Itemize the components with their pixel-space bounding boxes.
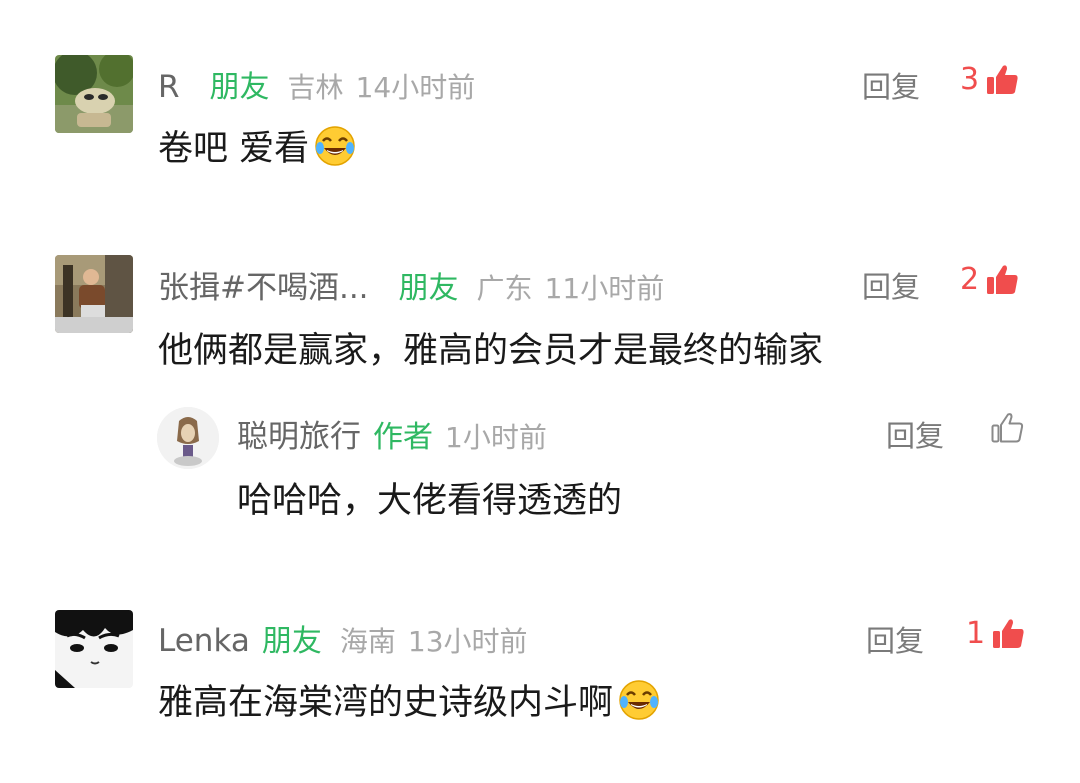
reply-meta: 聪明旅行 作者 1小时前 [237, 411, 547, 456]
like-count: 1 [966, 616, 986, 651]
like-count: 3 [960, 62, 980, 97]
avatar[interactable] [55, 55, 133, 133]
location: 吉林 [287, 71, 344, 104]
timestamp: 13小时前 [407, 625, 528, 658]
like-button[interactable]: 3 [960, 62, 1019, 97]
comment-text-content: 他俩都是赢家，雅高的会员才是最终的输家 [158, 331, 824, 371]
thumbs-up-outline-icon [991, 413, 1024, 443]
reply-button[interactable]: 回复 [866, 618, 924, 660]
commenter-name[interactable]: R [158, 69, 180, 105]
like-button[interactable]: 1 [966, 616, 1025, 651]
avatar[interactable] [55, 610, 133, 688]
like-button[interactable] [990, 411, 1024, 445]
thumbs-up-filled-icon [987, 64, 1018, 94]
avatar[interactable] [55, 255, 133, 333]
like-count: 2 [960, 262, 980, 297]
friend-tag: 朋友 [209, 70, 270, 105]
comment-meta: R 朋友 吉林 14小时前 [158, 62, 475, 106]
tears-of-joy-emoji-icon [313, 124, 357, 168]
comment-text: 他俩都是赢家，雅高的会员才是最终的输家 [158, 322, 823, 373]
reply-button[interactable]: 回复 [862, 64, 920, 106]
reply-text-content: 哈哈哈，大佬看得透透的 [237, 481, 623, 521]
replier-name[interactable]: 聪明旅行 [237, 411, 361, 456]
friend-tag: 朋友 [261, 624, 322, 659]
commenter-name[interactable]: Lenka [158, 623, 250, 659]
tears-of-joy-emoji-icon [617, 678, 661, 722]
comment-text: 雅高在海棠湾的史诗级内斗啊 [158, 674, 661, 725]
comment-meta: Lenka 朋友 海南 13小时前 [158, 616, 528, 660]
location: 广东 [476, 272, 533, 305]
commenter-name[interactable]: 张揖#不喝酒... [158, 262, 369, 307]
comment-text-content: 雅高在海棠湾的史诗级内斗啊 [158, 683, 614, 723]
location: 海南 [339, 625, 396, 658]
thumbs-up-filled-icon [993, 618, 1024, 648]
like-button[interactable]: 2 [960, 262, 1019, 297]
author-tag: 作者 [373, 420, 433, 455]
timestamp: 14小时前 [355, 71, 476, 104]
reply-avatar[interactable] [157, 407, 219, 469]
comment-text: 卷吧 爱看 [158, 120, 357, 171]
reply-button[interactable]: 回复 [886, 413, 944, 455]
reply-button[interactable]: 回复 [862, 264, 920, 306]
comment-meta: 张揖#不喝酒... 朋友 广东 11小时前 [158, 262, 664, 307]
reply-text: 哈哈哈，大佬看得透透的 [237, 472, 622, 523]
timestamp: 1小时前 [445, 421, 547, 454]
friend-tag: 朋友 [398, 271, 459, 306]
thumbs-up-filled-icon [987, 264, 1018, 294]
timestamp: 11小时前 [544, 272, 665, 305]
comment-text-content: 卷吧 爱看 [158, 129, 310, 169]
